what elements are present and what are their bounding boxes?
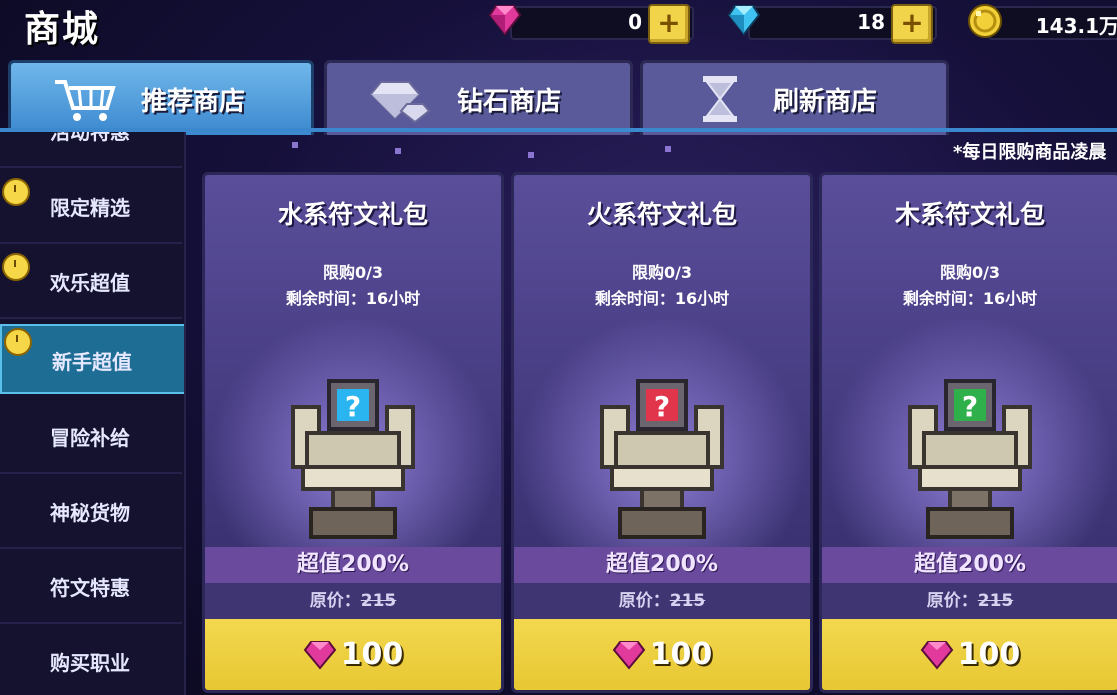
blue-diamond-value: 18: [857, 10, 885, 34]
buy-button[interactable]: 100: [822, 619, 1117, 690]
bonus-label: 超值200%: [205, 547, 501, 583]
diamond-icon: [369, 81, 431, 124]
sidebar-item-buy-class[interactable]: 购买职业: [0, 625, 182, 695]
pink-gem-value: 0: [628, 10, 642, 34]
original-price-label: 原价：: [618, 591, 670, 611]
tab-recommended-shop[interactable]: 推荐商店: [8, 60, 314, 135]
svg-text:?: ?: [962, 390, 978, 423]
sidebar-item-adventure-supply[interactable]: 冒险补给: [0, 400, 182, 474]
sidebar-item-mystery-goods[interactable]: 神秘货物: [0, 475, 182, 549]
sidebar-item-happy-value[interactable]: 欢乐超值: [0, 245, 182, 319]
remaining-time: 剩余时间：16小时: [902, 289, 1038, 308]
purchase-limit: 限购0/3: [631, 263, 693, 282]
sidebar-item-label: 冒险补给: [50, 426, 130, 450]
pink-gem-icon: [612, 640, 645, 670]
gold-counter: 143.1万: [988, 6, 1117, 40]
pink-gem-icon: [303, 640, 336, 670]
sidebar-item-newbie-value[interactable]: 新手超值: [0, 324, 184, 394]
purchase-limit: 限购0/3: [939, 263, 1001, 282]
tab-label: 钻石商店: [457, 86, 562, 117]
blue-diamond-icon: [727, 5, 761, 36]
remaining-time: 剩余时间：16小时: [594, 289, 730, 308]
buy-button[interactable]: 100: [514, 619, 810, 690]
sidebar-item-label: 新手超值: [52, 350, 132, 374]
sparkle: [395, 148, 401, 154]
clock-icon: [2, 253, 30, 281]
sparkle: [292, 142, 298, 148]
fire-rune-pedestal-icon: ?: [600, 379, 724, 539]
tab-diamond-shop[interactable]: 钻石商店: [324, 60, 633, 135]
gold-value: 143.1万: [1035, 14, 1117, 38]
product-card-wood[interactable]: 木系符文礼包 限购0/3 剩余时间：16小时 ? 超值200% 原价：215 1…: [819, 172, 1117, 693]
sidebar-item-label: 符文特惠: [50, 576, 130, 600]
original-price-label: 原价：: [926, 591, 978, 611]
bonus-label: 超值200%: [514, 547, 810, 583]
cart-icon: [55, 80, 116, 121]
original-price: 原价：215: [514, 583, 810, 619]
price-value: 100: [340, 637, 404, 672]
pink-gem-counter: 0 +: [510, 4, 694, 44]
tab-label: 刷新商店: [773, 86, 878, 117]
svg-text:?: ?: [345, 390, 361, 423]
price-value: 100: [957, 637, 1021, 672]
tab-refresh-shop[interactable]: 刷新商店: [640, 60, 949, 135]
bonus-label: 超值200%: [822, 547, 1117, 583]
sidebar-item-label: 神秘货物: [50, 501, 130, 525]
remaining-time: 剩余时间：16小时: [285, 289, 421, 308]
purchase-limit: 限购0/3: [322, 263, 384, 282]
sidebar-item-event-deals[interactable]: 活动特惠: [0, 132, 182, 168]
add-pink-gem-button[interactable]: +: [648, 4, 690, 44]
card-title: 木系符文礼包: [894, 200, 1045, 229]
tab-label: 推荐商店: [141, 86, 246, 117]
pink-gem-icon: [488, 5, 522, 36]
sparkle: [665, 146, 671, 152]
page-title: 商城: [24, 9, 101, 50]
product-card-water[interactable]: 水系符文礼包 限购0/3 剩余时间：16小时 ? 超值200% 原价：215 1…: [202, 172, 504, 693]
original-price-value: 215: [977, 591, 1014, 611]
sidebar-item-rune-deals[interactable]: 符文特惠: [0, 550, 182, 624]
sparkle: [528, 152, 534, 158]
original-price-value: 215: [669, 591, 706, 611]
sidebar-item-label: 活动特惠: [50, 132, 130, 144]
blue-diamond-counter: 18 +: [748, 4, 937, 44]
sidebar-item-label: 限定精选: [50, 196, 130, 220]
clock-icon: [2, 178, 30, 206]
clock-icon: [4, 328, 32, 356]
gold-coin-icon: [968, 4, 1002, 38]
card-title: 水系符文礼包: [277, 200, 428, 229]
buy-button[interactable]: 100: [205, 619, 501, 690]
original-price-label: 原价：: [309, 591, 361, 611]
sidebar-item-limited-selection[interactable]: 限定精选: [0, 170, 182, 244]
product-card-fire[interactable]: 火系符文礼包 限购0/3 剩余时间：16小时 ? 超值200% 原价：215 1…: [511, 172, 813, 693]
sidebar-item-label: 购买职业: [50, 651, 130, 675]
hourglass-icon: [703, 76, 737, 122]
card-title: 火系符文礼包: [586, 200, 737, 229]
add-blue-diamond-button[interactable]: +: [891, 4, 933, 44]
svg-text:?: ?: [654, 390, 670, 423]
sidebar: 活动特惠 限定精选 欢乐超值 新手超值 冒险补给 神秘货物 符文特惠 购买职业: [0, 132, 186, 695]
original-price: 原价：215: [205, 583, 501, 619]
price-value: 100: [649, 637, 713, 672]
pink-gem-icon: [920, 640, 953, 670]
original-price: 原价：215: [822, 583, 1117, 619]
original-price-value: 215: [360, 591, 397, 611]
water-rune-pedestal-icon: ?: [291, 379, 415, 539]
daily-limit-notice: *每日限购商品凌晨: [953, 142, 1107, 163]
wood-rune-pedestal-icon: ?: [908, 379, 1032, 539]
sidebar-item-label: 欢乐超值: [50, 271, 130, 295]
